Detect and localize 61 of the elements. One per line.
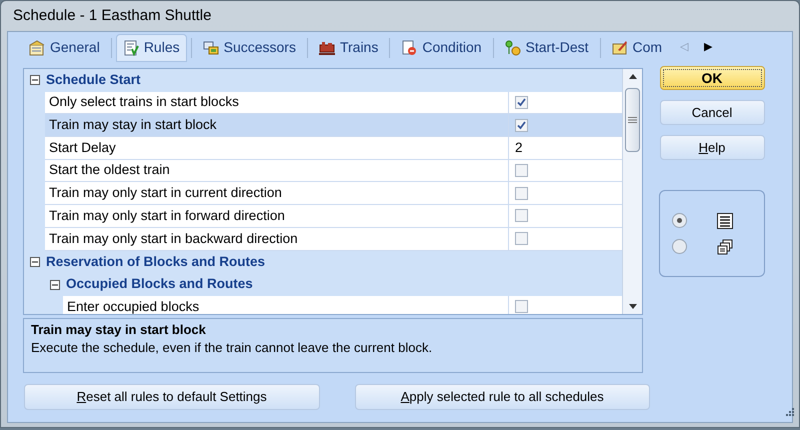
tab[interactable]: Rules — [116, 34, 187, 62]
scrollbar-thumb[interactable] — [625, 88, 640, 152]
pencil-note-icon — [612, 40, 628, 56]
grip-icon — [628, 117, 637, 123]
category-label[interactable]: Occupied Blocks and Routes — [66, 274, 253, 295]
ok-button[interactable]: OK — [660, 66, 764, 90]
dialog-button[interactable]: Cancel — [660, 100, 764, 125]
scroll-up-icon[interactable] — [628, 73, 638, 79]
description-title: Train may stay in start block — [31, 321, 207, 339]
tab[interactable]: Successors — [196, 34, 303, 62]
rule-label: Train may only start in backward direction — [45, 228, 509, 250]
scroll-down-icon[interactable] — [628, 304, 638, 310]
tab[interactable]: General — [22, 34, 107, 62]
collapse-icon[interactable] — [30, 256, 40, 267]
checkbox[interactable] — [515, 232, 528, 246]
grid-row[interactable]: Train may only start in backward direction — [45, 228, 622, 250]
document-minus-icon — [401, 40, 418, 56]
rule-label: Train may only start in current direction — [45, 182, 509, 204]
tab[interactable]: Trains — [312, 34, 386, 62]
tab[interactable]: Condition — [394, 34, 489, 62]
category-label[interactable]: Schedule Start — [46, 70, 141, 90]
rule-label: Start the oldest train — [45, 160, 509, 182]
checkbox[interactable] — [515, 118, 528, 132]
markers-icon — [504, 40, 521, 56]
radio-button[interactable] — [672, 239, 687, 254]
checkbox[interactable] — [515, 164, 528, 178]
checkbox[interactable] — [515, 300, 528, 314]
grid-row[interactable]: Start the oldest train — [45, 160, 622, 182]
grid-row[interactable]: Train may only start in forward direction — [45, 205, 622, 228]
rule-label: Train may stay in start block — [45, 114, 509, 136]
grid-row[interactable]: Enter occupied blocks — [63, 296, 622, 314]
value-field[interactable]: 2 — [515, 138, 523, 158]
radio-button[interactable] — [672, 213, 687, 228]
checkbox[interactable] — [515, 209, 528, 222]
checkbox[interactable] — [515, 96, 528, 110]
window-title: Schedule - 1 Eastham Shuttle — [13, 6, 212, 26]
rule-label: Start Delay — [45, 137, 509, 159]
rule-action-button[interactable]: Reset all rules to default Settings — [24, 384, 320, 410]
rule-label: Train may only start in forward direction — [45, 205, 509, 227]
stacked-windows-icon — [202, 40, 219, 56]
rule-action-button[interactable]: Apply selected rule to all schedules — [354, 384, 650, 410]
rule-label: Only select trains in start blocks — [45, 92, 509, 114]
description-text: Execute the schedule, even if the train cannot leave the current block. — [31, 339, 434, 357]
category-label[interactable]: Reservation of Blocks and Routes — [46, 252, 266, 272]
grid-row[interactable]: Train may stay in start block — [45, 114, 622, 138]
tab[interactable]: Com — [604, 34, 670, 62]
windows-icon — [717, 238, 733, 254]
collapse-icon[interactable] — [30, 75, 40, 86]
locomotive-icon — [318, 40, 335, 56]
tab[interactable]: Start-Dest — [498, 34, 596, 62]
grid-row[interactable]: Only select trains in start blocks — [45, 92, 622, 114]
grid-row[interactable]: Start Delay 2 — [45, 137, 622, 160]
list-icon — [717, 212, 733, 228]
checkbox[interactable] — [515, 186, 528, 200]
resize-grip-icon[interactable] — [783, 407, 795, 419]
document-check-icon — [122, 40, 139, 56]
scrollbar[interactable] — [622, 69, 642, 314]
grid-row[interactable]: Train may only start in current direction — [45, 182, 622, 206]
dialog-button[interactable]: Help — [660, 135, 764, 160]
tab-scroll-button[interactable]: ▶ — [699, 39, 718, 56]
collapse-icon[interactable] — [50, 280, 60, 290]
